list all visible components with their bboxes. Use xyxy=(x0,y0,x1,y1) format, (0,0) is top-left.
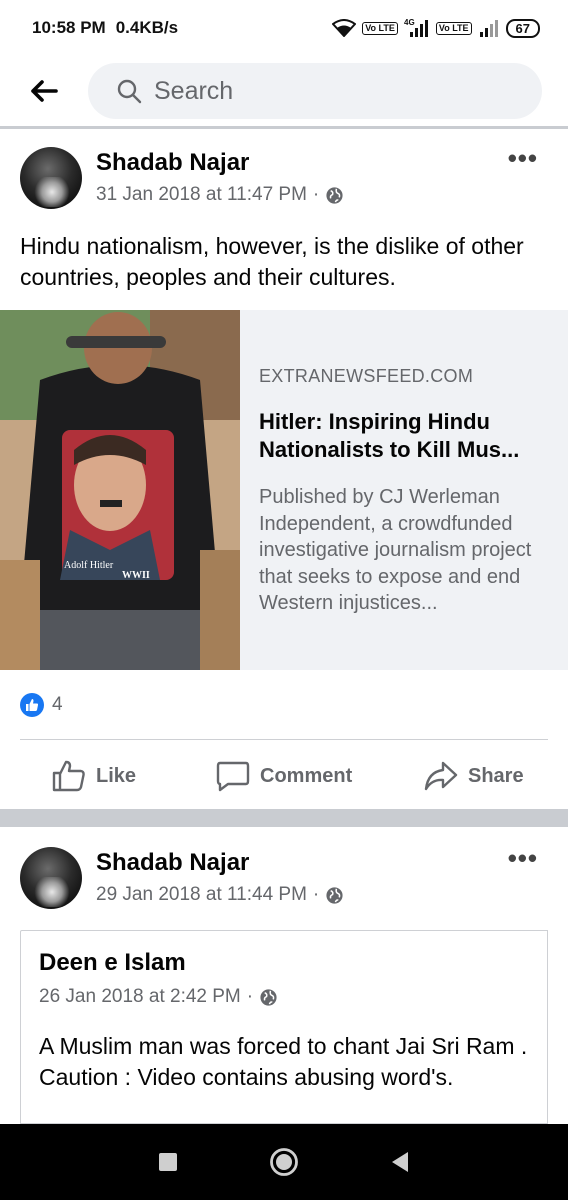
share-button[interactable]: Share xyxy=(424,760,524,792)
globe-icon xyxy=(260,988,277,1006)
home-button[interactable] xyxy=(226,1124,342,1200)
search-placeholder: Search xyxy=(154,76,234,105)
post-meta: 31 Jan 2018 at 11:47 PM · xyxy=(96,184,344,206)
link-preview-card[interactable]: Adolf Hitler WWII EXTRANEWSFEED.COM Hitl… xyxy=(0,310,568,670)
search-icon xyxy=(117,79,142,104)
square-icon xyxy=(159,1153,177,1171)
link-title[interactable]: Hitler: Inspiring Hindu Nationalists to … xyxy=(259,408,549,464)
post-options-button[interactable]: ••• xyxy=(508,143,538,174)
back-button[interactable] xyxy=(0,56,88,126)
post-meta-2: 29 Jan 2018 at 11:44 PM · xyxy=(96,884,344,906)
post-author[interactable]: Shadab Najar xyxy=(96,149,249,177)
volte-icon-2: Vo LTE xyxy=(435,21,472,35)
status-bar: 10:58 PM 0.4KB/s Vo LTE 4G Vo LTE 67 xyxy=(0,0,568,56)
like-button[interactable]: Like xyxy=(52,760,136,792)
like-reaction-icon xyxy=(20,693,44,717)
like-label: Like xyxy=(96,764,137,787)
signal-icon: 4G xyxy=(404,18,430,38)
recents-button[interactable] xyxy=(110,1124,226,1200)
volte-icon: Vo LTE xyxy=(362,21,398,35)
comment-icon xyxy=(216,761,250,792)
post-timestamp[interactable]: 31 Jan 2018 at 11:47 PM xyxy=(96,184,307,206)
status-net-speed: 0.4KB/s xyxy=(115,18,179,37)
shared-timestamp[interactable]: 26 Jan 2018 at 2:42 PM xyxy=(39,986,241,1008)
back-nav-button[interactable] xyxy=(342,1124,458,1200)
comment-button[interactable]: Comment xyxy=(216,760,352,792)
search-input[interactable]: Search xyxy=(88,63,542,119)
feed-post-2: Shadab Najar 29 Jan 2018 at 11:44 PM · •… xyxy=(0,827,568,1124)
globe-icon xyxy=(326,186,343,204)
post-text: Hindu nationalism, however, is the disli… xyxy=(20,233,524,290)
feed-separator xyxy=(0,809,568,827)
post-author-2[interactable]: Shadab Najar xyxy=(96,849,249,877)
post-options-button-2[interactable]: ••• xyxy=(508,843,538,874)
share-label: Share xyxy=(468,764,524,787)
thumbs-up-icon xyxy=(52,760,85,792)
link-preview-image: Adolf Hitler WWII xyxy=(0,310,240,670)
svg-text:4G: 4G xyxy=(404,18,415,27)
shared-text: A Muslim man was forced to chant Jai Sri… xyxy=(39,1031,529,1093)
post-actions: Like Comment Share xyxy=(0,740,568,810)
shared-meta: 26 Jan 2018 at 2:42 PM · xyxy=(39,986,278,1008)
status-time: 10:58 PM xyxy=(32,18,106,37)
share-icon xyxy=(424,761,458,791)
shared-text-line-2: Caution : Video contains abusing word's. xyxy=(39,1064,454,1090)
avatar-2[interactable] xyxy=(20,847,82,909)
globe-icon xyxy=(326,886,343,904)
shared-meta-separator: · xyxy=(246,986,254,1007)
shared-text-line-1: A Muslim man was forced to chant Jai Sri… xyxy=(39,1033,528,1059)
shared-author[interactable]: Deen e Islam xyxy=(39,949,186,977)
circle-icon xyxy=(270,1148,298,1176)
link-domain: EXTRANEWSFEED.COM xyxy=(259,366,474,386)
feed-post: Shadab Najar 31 Jan 2018 at 11:47 PM · •… xyxy=(0,129,568,809)
comment-label: Comment xyxy=(260,764,353,787)
meta-separator-2: · xyxy=(312,884,320,905)
reaction-summary[interactable]: 4 xyxy=(20,693,63,717)
wifi-icon xyxy=(332,19,357,37)
image-caption-2: WWII xyxy=(122,570,150,581)
post-timestamp-2[interactable]: 29 Jan 2018 at 11:44 PM xyxy=(96,884,307,906)
battery-icon: 67 xyxy=(505,18,540,38)
back-arrow-icon xyxy=(31,80,58,102)
reaction-count: 4 xyxy=(52,694,63,715)
meta-separator: · xyxy=(312,184,320,205)
search-header: Search xyxy=(0,56,568,126)
signal-icon-2 xyxy=(478,18,500,38)
image-caption-1: Adolf Hitler xyxy=(64,560,114,571)
triangle-back-icon xyxy=(392,1152,408,1172)
shared-post[interactable]: Deen e Islam 26 Jan 2018 at 2:42 PM · A … xyxy=(20,930,548,1124)
system-nav-bar xyxy=(0,1124,568,1200)
link-description: Published by CJ Werleman Independent, a … xyxy=(259,486,532,614)
avatar[interactable] xyxy=(20,147,82,209)
